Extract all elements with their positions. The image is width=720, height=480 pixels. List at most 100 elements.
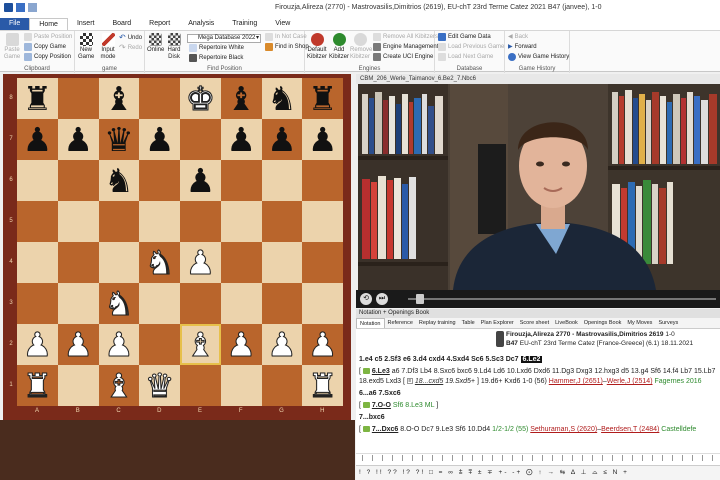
square-a4[interactable] — [17, 242, 58, 283]
square-e6[interactable]: ♟ — [180, 160, 221, 201]
variation-3-moves[interactable]: 8.O-O Dc7 9.Le3 Sf6 10.Dd4 — [400, 426, 490, 433]
repertoire-black-button[interactable]: Repertoire Black — [189, 54, 243, 62]
square-b4[interactable] — [57, 242, 99, 283]
tab-training[interactable]: Training — [223, 18, 266, 30]
square-b1[interactable] — [57, 365, 99, 406]
white-pawn-icon[interactable]: ♟ — [63, 328, 94, 362]
tab-home[interactable]: Home — [29, 18, 68, 30]
variation-2-moves[interactable]: Sf6 8.Le3 ML — [393, 402, 434, 409]
square-f5[interactable] — [220, 201, 262, 242]
rewind-icon[interactable]: ⟲ — [360, 293, 372, 305]
load-next-game-button[interactable]: Load Next Game — [438, 53, 493, 61]
input-mode-button[interactable]: Input mode — [99, 33, 117, 61]
white-pawn-icon[interactable]: ♟ — [226, 328, 257, 362]
online-button[interactable]: Online — [147, 33, 164, 54]
square-h8[interactable]: ♜ — [302, 78, 343, 119]
square-c6[interactable]: ♞ — [98, 160, 140, 201]
database-select[interactable]: Mega Database 2022 ▾ — [187, 34, 261, 43]
square-e4[interactable]: ♟ — [180, 242, 221, 283]
square-e1[interactable] — [180, 365, 221, 406]
square-g5[interactable] — [261, 201, 303, 242]
square-g8[interactable]: ♞ — [261, 78, 303, 119]
black-bishop-icon[interactable]: ♝ — [104, 82, 134, 115]
main-line-3[interactable]: 7...bxc6 — [359, 414, 385, 421]
default-kibitzer-button[interactable]: Default Kibitzer — [307, 33, 327, 61]
square-c4[interactable] — [98, 242, 140, 283]
square-h3[interactable] — [302, 283, 343, 324]
in-notcase-button[interactable]: In Not Case — [265, 33, 307, 41]
repertoire-white-button[interactable]: Repertoire White — [189, 44, 244, 52]
white-pawn-icon[interactable]: ♟ — [185, 246, 216, 280]
square-c7[interactable]: ♛ — [98, 119, 140, 160]
square-a2[interactable]: ♟ — [17, 324, 58, 365]
white-pawn-icon[interactable]: ♟ — [104, 328, 135, 362]
square-c8[interactable]: ♝ — [98, 78, 140, 119]
chess-board[interactable]: ♜ ♝ ♚ ♝ ♞ ♜ ♟ ♟ ♛ ♟ ♟ ♟ ♟ ♞ ♟ ♞ ♟ ♞ ♟ ♟ ♟ ♝ ♟ ♟ ♟ ♜ ♝ ♛ ♜ — [17, 78, 343, 406]
square-h4[interactable] — [302, 242, 343, 283]
square-b6[interactable] — [57, 160, 99, 201]
tab-score-sheet[interactable]: Score sheet — [517, 318, 552, 328]
square-c1[interactable]: ♝ — [98, 365, 140, 406]
square-d1[interactable]: ♛ — [139, 365, 180, 406]
square-d2[interactable] — [139, 324, 180, 365]
new-game-button[interactable]: New Game — [78, 33, 94, 61]
square-b5[interactable] — [57, 201, 99, 242]
black-pawn-icon[interactable]: ♟ — [23, 123, 53, 156]
square-f6[interactable] — [220, 160, 262, 201]
black-queen-icon[interactable]: ♛ — [104, 123, 134, 156]
white-rook-icon[interactable]: ♜ — [22, 369, 53, 403]
current-move[interactable]: 6.Le2 — [520, 356, 543, 363]
square-h5[interactable] — [302, 201, 343, 242]
square-d6[interactable] — [139, 160, 180, 201]
black-pawn-icon[interactable]: ♟ — [186, 164, 216, 197]
square-b7[interactable]: ♟ — [57, 119, 99, 160]
white-pawn-icon[interactable]: ♟ — [22, 328, 53, 362]
annotation-symbols-toolbar[interactable]: ! ? !! ?? !? ?! □ = ∞ ⩲ ⩱ ± ∓ +- -+ ⨀ ↑ … — [356, 465, 720, 480]
white-pawn-icon[interactable]: ♟ — [267, 328, 298, 362]
square-h6[interactable] — [302, 160, 343, 201]
variation-1-moves[interactable]: a6 7.Df3 Lb4 8.Sxc6 bxc6 9.Ld4 Ld6 10.Lx… — [392, 368, 716, 375]
variation-3-start[interactable]: 7...Dxc6 — [372, 426, 398, 433]
square-c2[interactable]: ♟ — [98, 324, 140, 365]
black-bishop-icon[interactable]: ♝ — [226, 82, 256, 115]
white-knight-icon[interactable]: ♞ — [144, 246, 175, 280]
player-link[interactable]: Werle,J (2514) — [607, 378, 653, 385]
tab-analysis[interactable]: Analysis — [179, 18, 223, 30]
video-progress-handle[interactable] — [416, 294, 424, 304]
white-king-icon[interactable]: ♚ — [185, 82, 216, 116]
paste-position-button[interactable]: Paste Position — [24, 33, 72, 41]
square-f3[interactable] — [220, 283, 262, 324]
square-d5[interactable] — [139, 201, 180, 242]
main-line-moves[interactable]: 1.e4 c5 2.Sf3 e6 3.d4 cxd4 4.Sxd4 Sc6 5.… — [359, 356, 519, 363]
add-kibitzer-button[interactable]: Add Kibitzer — [329, 33, 349, 61]
engine-management-button[interactable]: Engine Management — [373, 43, 438, 51]
square-d8[interactable] — [139, 78, 180, 119]
tab-my-moves[interactable]: My Moves — [624, 318, 655, 328]
find-in-shop-button[interactable]: Find in Shop — [265, 43, 309, 51]
copy-position-button[interactable]: Copy Position — [24, 53, 71, 61]
main-line-2[interactable]: 6...a6 7.Sxc6 — [359, 390, 401, 397]
create-uci-engine-button[interactable]: Create UCI Engine — [373, 53, 433, 61]
white-rook-icon[interactable]: ♜ — [307, 369, 338, 403]
square-e5[interactable] — [180, 201, 221, 242]
square-d4[interactable]: ♞ — [139, 242, 180, 283]
square-g1[interactable] — [261, 365, 303, 406]
player-link[interactable]: Sethuraman,S (2620) — [530, 426, 597, 433]
black-knight-icon[interactable]: ♞ — [104, 164, 134, 197]
hard-disk-button[interactable]: Hard Disk — [167, 33, 181, 61]
black-knight-icon[interactable]: ♞ — [267, 82, 297, 115]
player-link[interactable]: Hammer,J (2651) — [549, 378, 603, 385]
white-queen-icon[interactable]: ♛ — [144, 369, 175, 403]
square-e8[interactable]: ♚ — [180, 78, 221, 119]
square-d3[interactable] — [139, 283, 180, 324]
square-f2[interactable]: ♟ — [220, 324, 262, 365]
black-pawn-icon[interactable]: ♟ — [226, 123, 256, 156]
black-pawn-icon[interactable]: ♟ — [145, 123, 175, 156]
variation-2-start[interactable]: 7.O-O — [372, 402, 391, 409]
square-f7[interactable]: ♟ — [220, 119, 262, 160]
reference-move[interactable]: 18...cxd5 — [415, 378, 443, 385]
square-b2[interactable]: ♟ — [57, 324, 99, 365]
tab-board[interactable]: Board — [103, 18, 140, 30]
square-g2[interactable]: ♟ — [261, 324, 303, 365]
tab-plan-explorer[interactable]: Plan Explorer — [478, 318, 517, 328]
